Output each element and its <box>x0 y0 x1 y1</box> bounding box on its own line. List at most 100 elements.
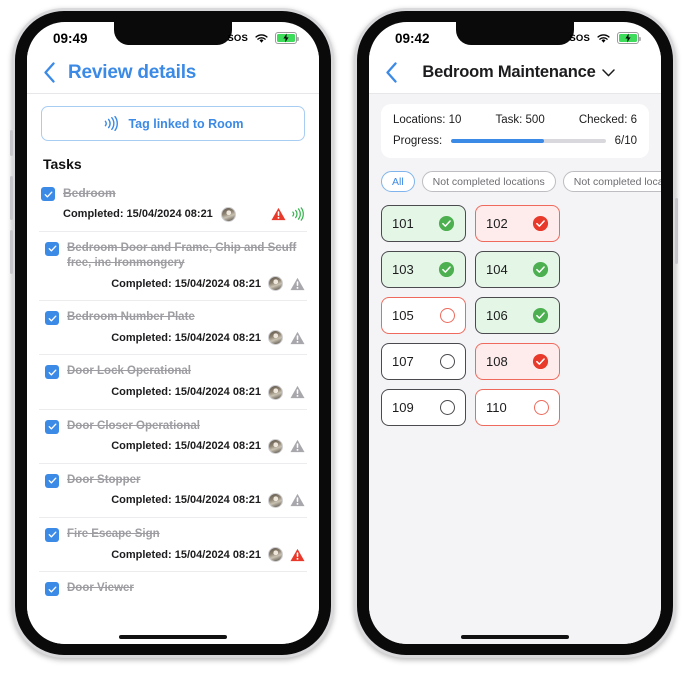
alert-triangle-red-icon[interactable] <box>271 207 286 221</box>
power-button-right[interactable] <box>675 198 678 264</box>
task-meta: Completed: 15/04/2024 08:21 <box>45 547 305 563</box>
volume-up-button-left[interactable] <box>10 176 13 220</box>
filter-chip-1[interactable]: Not completed locations <box>421 171 556 192</box>
status-empty-icon <box>440 354 455 369</box>
home-indicator-left <box>119 635 227 639</box>
alert-triangle-gray-icon[interactable] <box>290 385 305 399</box>
alert-triangle-gray-icon[interactable] <box>290 439 305 453</box>
chevron-left-icon[interactable] <box>385 62 398 83</box>
status-check-icon <box>532 215 549 232</box>
filter-chips: All Not completed locations Not completed … <box>369 158 661 192</box>
task-checkbox[interactable] <box>41 187 55 201</box>
location-card[interactable]: 103 <box>381 251 466 288</box>
nfc-wave-green-icon[interactable] <box>290 207 305 222</box>
alert-triangle-red-icon[interactable] <box>290 548 305 562</box>
task-row[interactable]: Door Lock Operational Completed: 15/04/20… <box>27 364 319 400</box>
tag-linked-to-room-button[interactable]: Tag linked to Room <box>41 106 305 141</box>
task-separator <box>39 300 307 302</box>
title-dropdown[interactable]: Bedroom Maintenance <box>410 63 627 82</box>
alert-triangle-gray-icon[interactable] <box>290 277 305 291</box>
avatar <box>268 384 283 400</box>
task-checkbox[interactable] <box>45 311 59 326</box>
task-header: Door Stopper <box>45 473 305 488</box>
filter-chip-0[interactable]: All <box>381 171 415 192</box>
task-header: Fire Escape Sign <box>45 527 305 542</box>
task-row[interactable]: Door Viewer <box>27 581 319 597</box>
nav-bar-left: Review details <box>27 52 319 94</box>
task-label: Door Viewer <box>67 582 134 595</box>
task-row[interactable]: Bedroom Door and Frame, Chip and Scuff f… <box>27 241 319 292</box>
location-number: 103 <box>392 262 414 277</box>
avatar <box>268 438 283 454</box>
status-icons-right: SOS <box>569 32 641 44</box>
nav-bar-right: Bedroom Maintenance <box>369 52 661 94</box>
task-row[interactable]: Door Stopper Completed: 15/04/2024 08:21 <box>27 473 319 508</box>
location-card[interactable]: 101 <box>381 205 466 242</box>
stats-row: Locations: 10 Task: 500 Checked: 6 <box>393 114 637 126</box>
progress-bar-fill <box>451 138 544 144</box>
stat-locations: Locations: 10 <box>393 114 462 126</box>
task-label: Fire Escape Sign <box>67 527 160 540</box>
task-meta: Completed: 15/04/2024 08:21 <box>41 206 305 222</box>
task-completed-text: Completed: 15/04/2024 08:21 <box>111 548 261 561</box>
stats-card: Locations: 10 Task: 500 Checked: 6 Progr… <box>381 104 649 158</box>
wifi-icon <box>255 33 268 43</box>
status-time-left: 09:49 <box>53 30 88 46</box>
location-card[interactable]: 104 <box>475 251 560 288</box>
task-completed-text: Completed: 15/04/2024 08:21 <box>63 208 213 221</box>
page-title: Review details <box>68 61 197 83</box>
avatar <box>268 492 283 508</box>
alert-triangle-gray-icon[interactable] <box>290 493 305 507</box>
task-checkbox[interactable] <box>45 419 59 434</box>
task-row[interactable]: Bedroom Completed: 15/04/2024 08:21 <box>27 186 319 222</box>
chevron-left-icon[interactable] <box>43 62 56 83</box>
location-card[interactable]: 110 <box>475 389 560 426</box>
wifi-icon <box>597 33 610 43</box>
task-checkbox[interactable] <box>45 241 59 256</box>
task-list: Bedroom Completed: 15/04/2024 08:21 Bedroo… <box>27 186 319 597</box>
task-meta: Completed: 15/04/2024 08:21 <box>45 276 305 292</box>
avatar <box>268 547 283 563</box>
silent-switch-left[interactable] <box>10 130 13 156</box>
tasks-section-title: Tasks <box>43 156 82 172</box>
status-check-icon <box>532 353 549 370</box>
task-meta: Completed: 15/04/2024 08:21 <box>45 492 305 508</box>
chevron-down-icon <box>601 68 615 76</box>
battery-charging-icon <box>275 32 299 44</box>
location-card[interactable]: 107 <box>381 343 466 380</box>
task-header: Bedroom Door and Frame, Chip and Scuff f… <box>45 241 305 271</box>
location-card[interactable]: 105 <box>381 297 466 334</box>
battery-charging-icon <box>617 32 641 44</box>
location-number: 101 <box>392 216 414 231</box>
task-label: Bedroom Door and Frame, Chip and Scuff f… <box>67 241 297 269</box>
task-row[interactable]: Fire Escape Sign Completed: 15/04/2024 08… <box>27 527 319 563</box>
task-checkbox[interactable] <box>45 473 59 488</box>
stat-checked: Checked: 6 <box>578 114 637 126</box>
task-header: Bedroom <box>41 186 305 202</box>
avatar <box>220 206 236 222</box>
left-content: Tag linked to Room Tasks Bedroom Complete… <box>27 94 319 644</box>
task-row[interactable]: Bedroom Number Plate Completed: 15/04/202… <box>27 310 319 346</box>
avatar <box>268 330 283 346</box>
task-header: Door Viewer <box>45 581 305 597</box>
filter-chip-2[interactable]: Not completed locations <box>562 171 661 192</box>
location-number: 110 <box>486 400 507 415</box>
task-header: Door Lock Operational <box>45 364 305 380</box>
tag-linked-to-room-label: Tag linked to Room <box>128 116 244 131</box>
location-card[interactable]: 109 <box>381 389 466 426</box>
location-number: 107 <box>392 354 414 369</box>
task-checkbox[interactable] <box>45 582 59 597</box>
task-label: Bedroom Number Plate <box>67 311 195 324</box>
task-row[interactable]: Door Closer Operational Completed: 15/04/… <box>27 419 319 454</box>
task-checkbox[interactable] <box>45 365 59 380</box>
progress-bar <box>451 138 606 144</box>
task-completed-text: Completed: 15/04/2024 08:21 <box>111 331 261 344</box>
alert-triangle-gray-icon[interactable] <box>290 331 305 345</box>
location-card[interactable]: 106 <box>475 297 560 334</box>
right-content: Locations: 10 Task: 500 Checked: 6 Progr… <box>369 94 661 644</box>
task-checkbox[interactable] <box>45 527 59 542</box>
phone-right: 09:42 SOS Bedroom Maintenance Locations:… <box>354 8 678 658</box>
location-card[interactable]: 102 <box>475 205 560 242</box>
location-card[interactable]: 108 <box>475 343 560 380</box>
volume-down-button-left[interactable] <box>10 230 13 274</box>
